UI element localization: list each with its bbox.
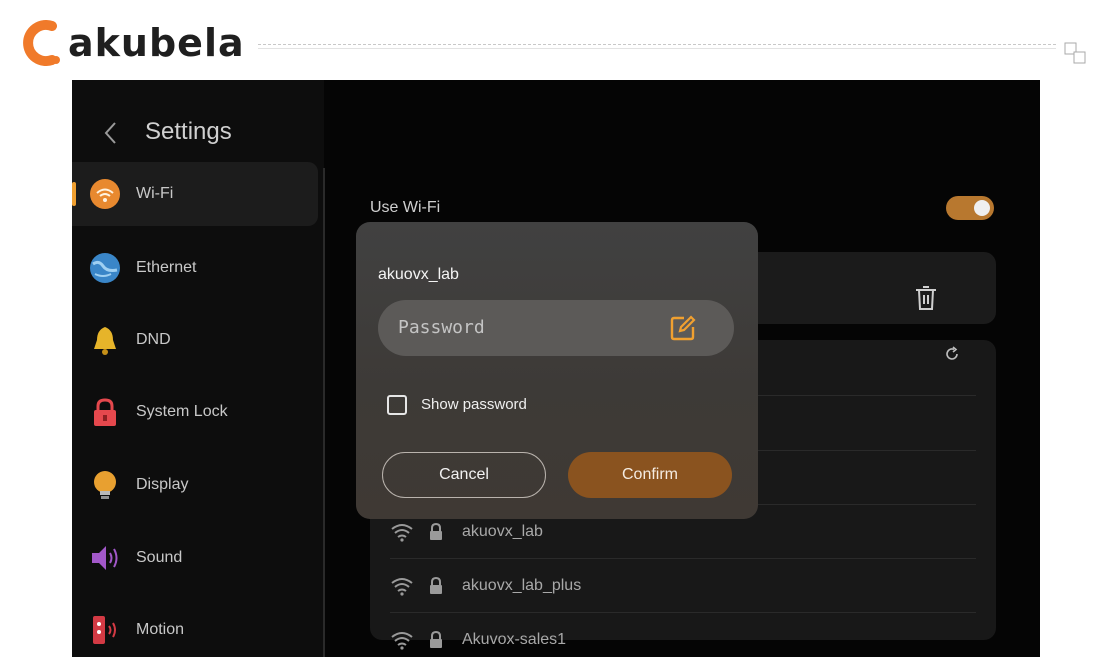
sidebar-item-ethernet[interactable]: Ethernet bbox=[72, 236, 318, 300]
speaker-icon bbox=[92, 546, 118, 570]
network-name: Akuvox-sales1 bbox=[462, 631, 567, 648]
sidebar-item-label: Sound bbox=[136, 549, 183, 566]
sidebar-item-dnd[interactable]: DND bbox=[72, 308, 318, 372]
document-header: akubela bbox=[0, 0, 1100, 80]
sidebar-divider bbox=[323, 168, 325, 657]
sidebar-item-wifi[interactable]: Wi-Fi bbox=[72, 162, 318, 226]
network-name: akuovx_lab bbox=[462, 523, 543, 540]
dialog-title: akuovx_lab bbox=[378, 266, 459, 283]
sidebar-item-label: Display bbox=[136, 476, 189, 493]
toggle-knob bbox=[974, 200, 990, 216]
page-corner-icon bbox=[1064, 42, 1086, 64]
password-placeholder: Password bbox=[398, 317, 485, 338]
header-divider-solid bbox=[258, 48, 1056, 49]
brand-name: akubela bbox=[68, 21, 245, 65]
network-name: akuovx_lab_plus bbox=[462, 577, 582, 594]
settings-sidebar: Settings Wi-Fi Ethernet DND System Lock … bbox=[72, 80, 324, 657]
motion-sensor-icon bbox=[93, 616, 116, 644]
bulb-icon bbox=[94, 471, 116, 499]
cancel-button[interactable]: Cancel bbox=[382, 452, 546, 498]
trash-icon[interactable] bbox=[914, 285, 938, 311]
bell-icon bbox=[94, 327, 116, 355]
back-arrow-icon[interactable] bbox=[100, 120, 122, 146]
use-wifi-label: Use Wi-Fi bbox=[370, 199, 441, 216]
sidebar-item-label: System Lock bbox=[136, 403, 228, 420]
show-password-checkbox[interactable] bbox=[387, 395, 407, 415]
active-indicator bbox=[72, 182, 76, 206]
list-divider bbox=[390, 558, 976, 559]
network-row[interactable]: akuovx_lab_plus bbox=[390, 566, 581, 606]
sidebar-item-system-lock[interactable]: System Lock bbox=[72, 380, 318, 444]
network-row[interactable]: Akuvox-sales1 bbox=[390, 620, 566, 657]
sidebar-item-display[interactable]: Display bbox=[72, 453, 318, 517]
lock-icon bbox=[430, 523, 442, 540]
lock-icon bbox=[94, 398, 116, 426]
wifi-signal-icon bbox=[391, 524, 413, 542]
sidebar-item-label: DND bbox=[136, 331, 171, 348]
page-title: Settings bbox=[145, 118, 232, 145]
use-wifi-toggle[interactable] bbox=[946, 196, 994, 220]
refresh-icon[interactable] bbox=[944, 346, 960, 362]
wifi-password-dialog: akuovx_lab Password Show password Cancel… bbox=[356, 222, 758, 519]
lock-icon bbox=[430, 631, 442, 648]
wifi-icon bbox=[90, 179, 120, 209]
sidebar-item-label: Wi-Fi bbox=[136, 185, 174, 202]
akubela-logo-icon bbox=[23, 20, 60, 66]
edit-icon[interactable] bbox=[670, 315, 696, 341]
sidebar-item-label: Motion bbox=[136, 621, 185, 638]
sidebar-item-sound[interactable]: Sound bbox=[72, 526, 318, 590]
lock-icon bbox=[430, 577, 442, 594]
confirm-button[interactable]: Confirm bbox=[568, 452, 732, 498]
sidebar-item-motion[interactable]: Motion bbox=[72, 598, 318, 657]
brand-logo: akubela bbox=[22, 20, 245, 66]
wifi-signal-icon bbox=[391, 578, 413, 596]
header-divider bbox=[258, 44, 1056, 45]
password-input[interactable]: Password bbox=[378, 300, 734, 356]
show-password-label[interactable]: Show password bbox=[421, 396, 527, 413]
list-divider bbox=[390, 612, 976, 613]
sidebar-item-label: Ethernet bbox=[136, 259, 197, 276]
device-screen: Settings Wi-Fi Ethernet DND System Lock … bbox=[72, 80, 1040, 657]
globe-icon bbox=[90, 253, 120, 283]
wifi-signal-icon bbox=[391, 632, 413, 650]
